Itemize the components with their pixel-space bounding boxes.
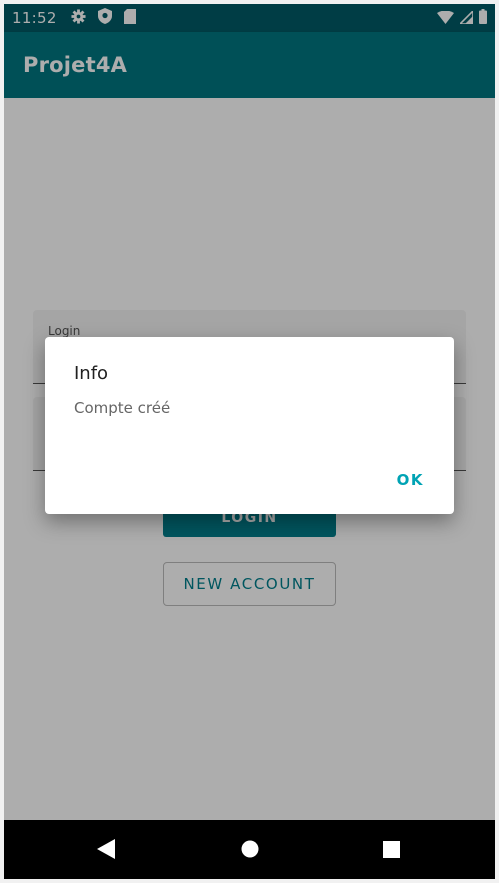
home-icon[interactable] (241, 839, 259, 863)
dialog-message: Compte créé (74, 399, 171, 417)
info-dialog: Info Compte créé OK (45, 337, 454, 514)
phone-screen: 11:52 Projet4A Login LOGIN NEW ACCOUNT I… (4, 4, 495, 879)
back-icon[interactable] (97, 839, 115, 863)
recents-icon[interactable] (383, 839, 400, 863)
ok-button[interactable]: OK (397, 471, 424, 489)
dialog-title: Info (74, 363, 109, 384)
navigation-bar (4, 820, 495, 879)
